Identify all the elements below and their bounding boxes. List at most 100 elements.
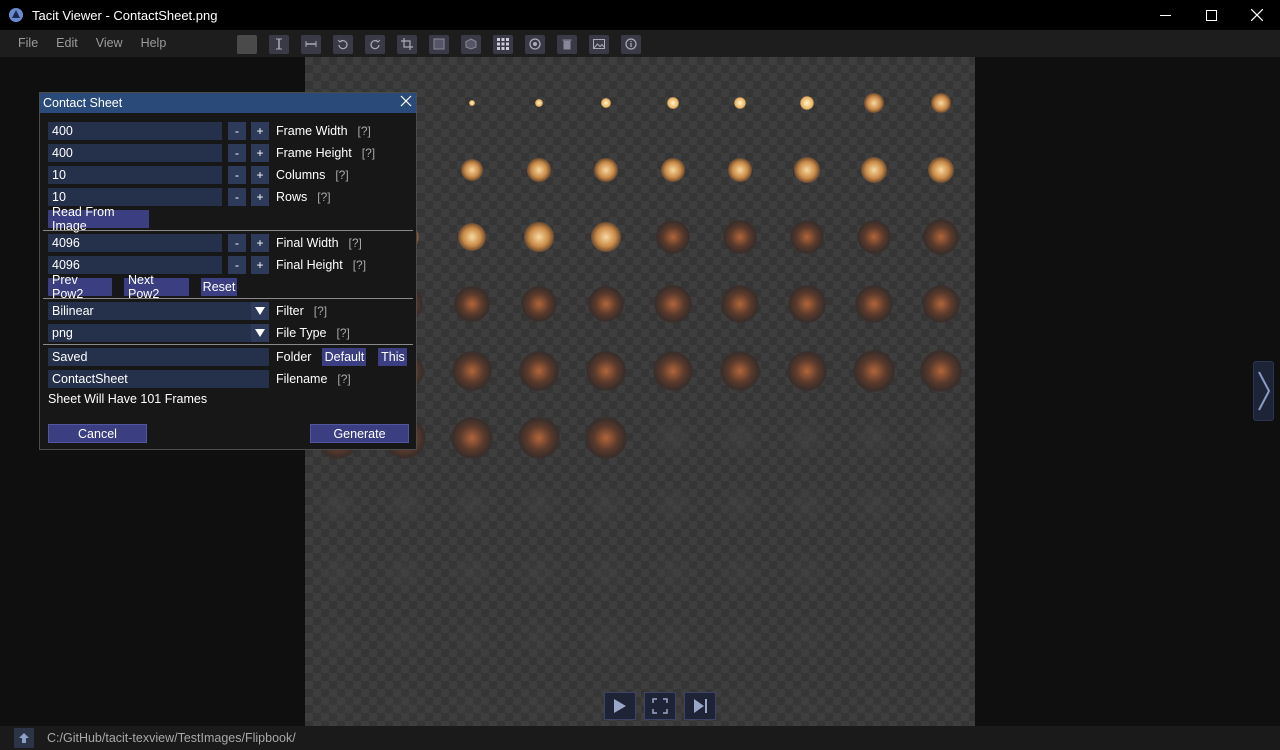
- image-icon[interactable]: [589, 34, 609, 54]
- flip-vertical-icon[interactable]: [269, 34, 289, 54]
- dialog-close-button[interactable]: [399, 95, 413, 109]
- flipbook-frame: [382, 482, 428, 528]
- rows-help[interactable]: [?]: [317, 190, 330, 204]
- contact-sheet-icon[interactable]: [493, 34, 513, 54]
- frame-height-input[interactable]: 400: [48, 144, 222, 162]
- file-type-help[interactable]: [?]: [337, 326, 350, 340]
- minimize-button[interactable]: [1142, 0, 1188, 30]
- flipbook-frame: [594, 158, 618, 182]
- reset-button[interactable]: Reset: [201, 278, 237, 296]
- menu-view[interactable]: View: [87, 30, 132, 57]
- flipbook-frame: [912, 677, 970, 726]
- flip-horizontal-icon[interactable]: [301, 34, 321, 54]
- flipbook-frame: [514, 547, 564, 597]
- up-folder-button[interactable]: [14, 728, 34, 748]
- menu-file[interactable]: File: [9, 30, 47, 57]
- flipbook-frame: [930, 92, 952, 114]
- frame-width-input[interactable]: 400: [48, 122, 222, 140]
- final-height-input[interactable]: 4096: [48, 256, 222, 274]
- filter-select[interactable]: Bilinear: [48, 302, 269, 320]
- frame-height-row: 400 - + Frame Height [?]: [48, 144, 375, 162]
- final-height-help[interactable]: [?]: [353, 258, 366, 272]
- final-width-label: Final Width: [276, 236, 339, 250]
- playback-controls: [604, 692, 716, 720]
- filter-help[interactable]: [?]: [314, 304, 327, 318]
- crop-icon[interactable]: [397, 34, 417, 54]
- filename-label: Filename: [276, 372, 328, 386]
- flipbook-frame: [445, 612, 499, 666]
- prev-pow2-button[interactable]: Prev Pow2: [48, 273, 112, 301]
- delete-icon[interactable]: [557, 34, 577, 54]
- rows-decrement[interactable]: -: [228, 188, 246, 206]
- tile-icon[interactable]: [429, 34, 449, 54]
- filename-row: ContactSheet Filename [?]: [48, 370, 351, 388]
- maximize-button[interactable]: [1188, 0, 1234, 30]
- flipbook-frame: [444, 678, 500, 726]
- flipbook-frame: [520, 285, 558, 323]
- rotate-cw-icon[interactable]: [365, 34, 385, 54]
- frame-height-decrement[interactable]: -: [228, 144, 246, 162]
- columns-label: Columns: [276, 168, 326, 182]
- rows-increment[interactable]: +: [251, 188, 269, 206]
- final-width-help[interactable]: [?]: [349, 236, 362, 250]
- read-from-image-button[interactable]: Read From Image: [48, 205, 149, 233]
- play-button[interactable]: [604, 692, 636, 720]
- folder-this-button[interactable]: This: [378, 348, 408, 366]
- flipbook-frame: [447, 547, 497, 597]
- cube-icon[interactable]: [461, 34, 481, 54]
- frame-height-help[interactable]: [?]: [362, 146, 375, 160]
- flipbook-frame: [722, 219, 758, 255]
- file-type-value: png: [52, 326, 73, 340]
- filename-input[interactable]: ContactSheet: [48, 370, 269, 388]
- frame-width-decrement[interactable]: -: [228, 122, 246, 140]
- flipbook-frame: [667, 97, 679, 109]
- file-type-select[interactable]: png: [48, 324, 269, 342]
- filter-row: Bilinear Filter [?]: [48, 302, 327, 320]
- final-width-decrement[interactable]: -: [228, 234, 246, 252]
- refresh-icon[interactable]: [525, 34, 545, 54]
- next-pow2-button[interactable]: Next Pow2: [124, 273, 189, 301]
- flipbook-frame: [457, 222, 487, 252]
- menu-edit[interactable]: Edit: [47, 30, 87, 57]
- separator: [43, 230, 413, 231]
- flipbook-frame: [515, 481, 563, 529]
- close-button[interactable]: [1234, 0, 1280, 30]
- fullscreen-button[interactable]: [644, 692, 676, 720]
- flipbook-frame: [913, 611, 969, 667]
- frame-width-help[interactable]: [?]: [358, 124, 371, 138]
- flipbook-frame: [856, 219, 892, 255]
- flipbook-frame: [660, 157, 686, 183]
- final-height-decrement[interactable]: -: [228, 256, 246, 274]
- generate-button[interactable]: Generate: [310, 424, 409, 443]
- folder-default-button[interactable]: Default: [322, 348, 367, 366]
- window-controls: [1142, 0, 1280, 30]
- filename-help[interactable]: [?]: [337, 372, 350, 386]
- menu-help[interactable]: Help: [132, 30, 176, 57]
- file-type-label: File Type: [276, 326, 327, 340]
- flipbook-frame: [846, 611, 902, 667]
- next-image-button[interactable]: [1253, 361, 1274, 421]
- final-width-input[interactable]: 4096: [48, 234, 222, 252]
- frame-width-increment[interactable]: +: [251, 122, 269, 140]
- frame-height-increment[interactable]: +: [251, 144, 269, 162]
- columns-help[interactable]: [?]: [335, 168, 348, 182]
- cancel-button[interactable]: Cancel: [48, 424, 147, 443]
- flipbook-frame: [591, 222, 621, 252]
- columns-input[interactable]: 10: [48, 166, 222, 184]
- final-height-row: 4096 - + Final Height [?]: [48, 256, 366, 274]
- swatch-icon[interactable]: [237, 34, 257, 54]
- play-icon: [614, 699, 626, 713]
- columns-increment[interactable]: +: [251, 166, 269, 184]
- rows-input[interactable]: 10: [48, 188, 222, 206]
- final-height-increment[interactable]: +: [251, 256, 269, 274]
- info-icon[interactable]: [621, 34, 641, 54]
- final-width-increment[interactable]: +: [251, 234, 269, 252]
- flipbook-frame: [452, 351, 492, 391]
- skip-end-button[interactable]: [684, 692, 716, 720]
- folder-row: Saved Folder Default This: [48, 348, 408, 366]
- rotate-ccw-icon[interactable]: [333, 34, 353, 54]
- columns-decrement[interactable]: -: [228, 166, 246, 184]
- flipbook-frame: [315, 482, 361, 528]
- folder-input[interactable]: Saved: [48, 348, 269, 366]
- status-bar: C:/GitHub/tacit-texview/TestImages/Flipb…: [0, 726, 1280, 750]
